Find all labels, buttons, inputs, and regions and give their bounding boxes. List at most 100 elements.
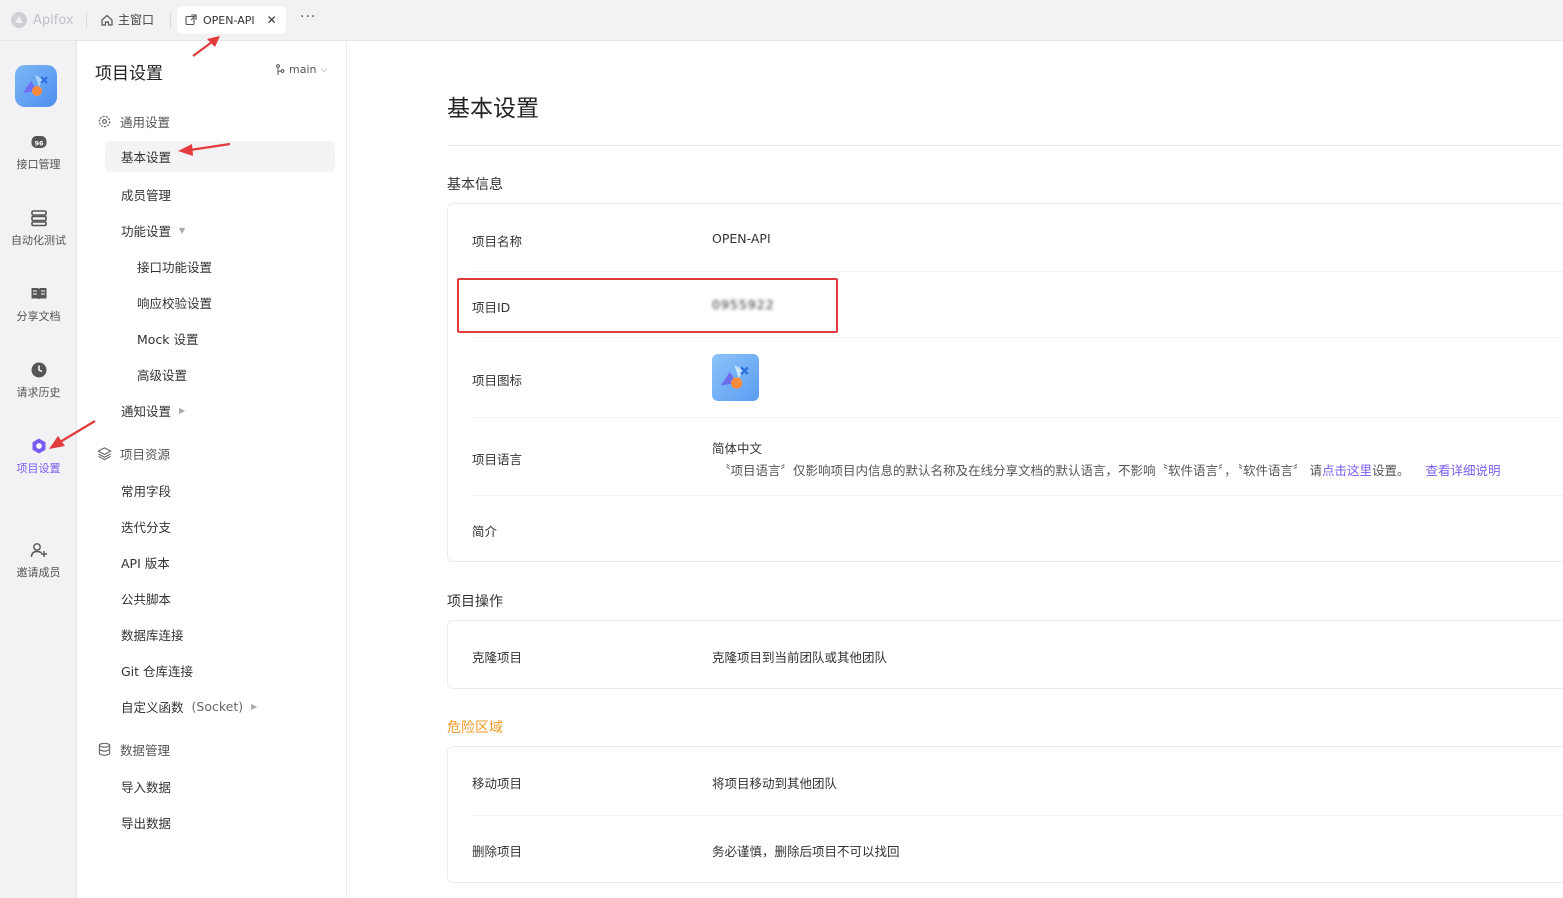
rail-label: 分享文档: [16, 310, 61, 323]
project-logo-icon: [720, 365, 749, 389]
add-user-icon: [30, 543, 47, 558]
row-key: 克隆项目: [472, 650, 523, 665]
danger-zone-card: 移动项目 将项目移动到其他团队 删除项目 务必谨慎，删除后项目不可以找回: [447, 746, 1563, 883]
rail-label: 接口管理: [16, 158, 61, 171]
tab-open-api[interactable]: OPEN-API ✕: [177, 6, 286, 34]
language-note: 〝项目语言〞仅影响项目内信息的默认名称及在线分享文档的默认语言，不影响〝软件语言…: [718, 460, 1501, 479]
rail-label: 项目设置: [16, 462, 61, 475]
project-ops-card: 克隆项目 克隆项目到当前团队或其他团队: [447, 620, 1563, 689]
nav-group-resources: 项目资源: [97, 444, 170, 463]
api-icon: 96: [31, 136, 46, 148]
more-tabs-icon[interactable]: ···: [300, 9, 316, 25]
nav-item-mock[interactable]: Mock 设置: [137, 329, 199, 348]
automation-icon: [30, 210, 47, 227]
divider: [86, 13, 87, 28]
project-icon-image[interactable]: [712, 354, 759, 401]
caret-down-icon: ▼: [179, 226, 186, 235]
language-note-text: 〝项目语言〞仅影响项目内信息的默认名称及在线分享文档的默认语言，不影响〝软件语言…: [718, 463, 1322, 478]
divider: [472, 815, 1563, 816]
row-key: 项目名称: [472, 234, 523, 249]
nav-item-label: 常用字段: [121, 484, 172, 499]
row-key: 项目图标: [472, 373, 523, 388]
nav-group-label: 数据管理: [120, 743, 171, 758]
nav-item-label: Mock 设置: [137, 332, 199, 347]
section-project-ops: 项目操作: [447, 594, 503, 610]
nav-item-git-repo[interactable]: Git 仓库连接: [121, 661, 193, 680]
chevron-down-icon: ⌵: [320, 64, 328, 75]
nav-item-api-features[interactable]: 接口功能设置: [137, 257, 212, 276]
rail-label: 自动化测试: [11, 234, 66, 247]
nav-item-suffix: (Socket): [191, 699, 244, 714]
basic-info-card: 项目名称 OPEN-API 项目ID 0955922 项目图标 项目语言 简体中…: [447, 203, 1563, 562]
nav-item-database[interactable]: 数据库连接: [121, 625, 184, 644]
tab-open-label: OPEN-API: [203, 13, 255, 27]
section-danger-zone: 危险区域: [447, 720, 503, 736]
nav-item-label: 自定义函数: [121, 700, 184, 715]
book-icon: [31, 288, 46, 300]
title-bar: Apifox 主窗口 OPEN-API ✕ ···: [0, 0, 1563, 41]
nav-item-label: 导出数据: [121, 816, 172, 831]
row-key: 删除项目: [472, 844, 523, 859]
nav-item-notifications[interactable]: 通知设置 ▶: [121, 401, 185, 420]
caret-right-icon: ▶: [251, 702, 258, 711]
move-description: 将项目移动到其他团队: [712, 776, 838, 791]
settings-title: 项目设置: [95, 64, 163, 84]
branch-selector[interactable]: main ⌵: [275, 63, 327, 76]
nav-item-advanced[interactable]: 高级设置: [137, 365, 187, 384]
rail-item-invite[interactable]: 邀请成员: [0, 541, 77, 580]
home-icon: [101, 14, 113, 26]
close-tab-icon[interactable]: ✕: [267, 13, 277, 27]
nav-item-api-version[interactable]: API 版本: [121, 553, 170, 572]
nav-item-common-fields[interactable]: 常用字段: [121, 481, 171, 500]
nav-item-label: 通知设置: [121, 404, 172, 419]
app-brand: Apifox: [10, 11, 74, 29]
nav-item-response-validation[interactable]: 响应校验设置: [137, 293, 212, 312]
language-value[interactable]: 简体中文: [712, 438, 762, 457]
rail-item-settings[interactable]: 项目设置: [0, 437, 77, 476]
nav-item-label: 高级设置: [137, 368, 188, 383]
divider: [472, 417, 1563, 418]
divider: [472, 271, 1563, 272]
divider: [472, 495, 1563, 496]
apifox-logo-icon: [11, 12, 27, 28]
nav-item-members[interactable]: 成员管理: [121, 185, 171, 204]
divider: [447, 145, 1563, 146]
row-key: 项目语言: [472, 452, 523, 467]
row-key: 简介: [472, 524, 498, 539]
rail-item-api[interactable]: 96 接口管理: [0, 133, 77, 172]
nav-item-features[interactable]: 功能设置 ▼: [121, 221, 185, 240]
view-details-link[interactable]: 查看详细说明: [1426, 463, 1501, 478]
nav-item-label: 响应校验设置: [137, 296, 213, 311]
annotation-highlight-box: [457, 278, 838, 333]
nav-item-custom-functions[interactable]: 自定义函数 (Socket) ▶: [121, 697, 257, 716]
click-here-link[interactable]: 点击这里: [1322, 463, 1372, 478]
page-title: 基本设置: [447, 96, 539, 122]
rail-item-automation[interactable]: 自动化测试: [0, 209, 77, 248]
nav-item-label: Git 仓库连接: [121, 664, 194, 679]
rail-item-docs[interactable]: 分享文档: [0, 285, 77, 324]
layers-icon: [97, 447, 112, 461]
gear-icon: [98, 115, 111, 128]
svg-text:96: 96: [34, 139, 44, 147]
nav-item-label: 成员管理: [121, 188, 172, 203]
nav-group-data: 数据管理: [97, 740, 170, 759]
branch-icon: [276, 63, 285, 75]
rail-item-history[interactable]: 请求历史: [0, 361, 77, 400]
tab-home[interactable]: 主窗口: [100, 11, 154, 28]
nav-item-public-scripts[interactable]: 公共脚本: [121, 589, 171, 608]
project-avatar[interactable]: [15, 65, 57, 107]
nav-item-basic-settings[interactable]: 基本设置: [105, 141, 335, 172]
branch-name: main: [289, 63, 317, 76]
nav-item-label: 功能设置: [121, 224, 172, 239]
nav-item-export[interactable]: 导出数据: [121, 813, 171, 832]
settings-hex-icon: [32, 438, 45, 454]
nav-item-label: API 版本: [121, 556, 170, 571]
nav-item-label: 数据库连接: [121, 628, 184, 643]
nav-item-iteration-branch[interactable]: 迭代分支: [121, 517, 171, 536]
nav-item-import[interactable]: 导入数据: [121, 777, 171, 796]
nav-item-label: 迭代分支: [121, 520, 172, 535]
settings-sidebar: 项目设置 main ⌵ 通用设置 基本设置 成员管理 功能设置 ▼ 接口功能设置…: [77, 41, 347, 898]
external-window-icon: [185, 14, 197, 26]
project-name-value[interactable]: OPEN-API: [712, 231, 771, 246]
divider: [472, 337, 1563, 338]
